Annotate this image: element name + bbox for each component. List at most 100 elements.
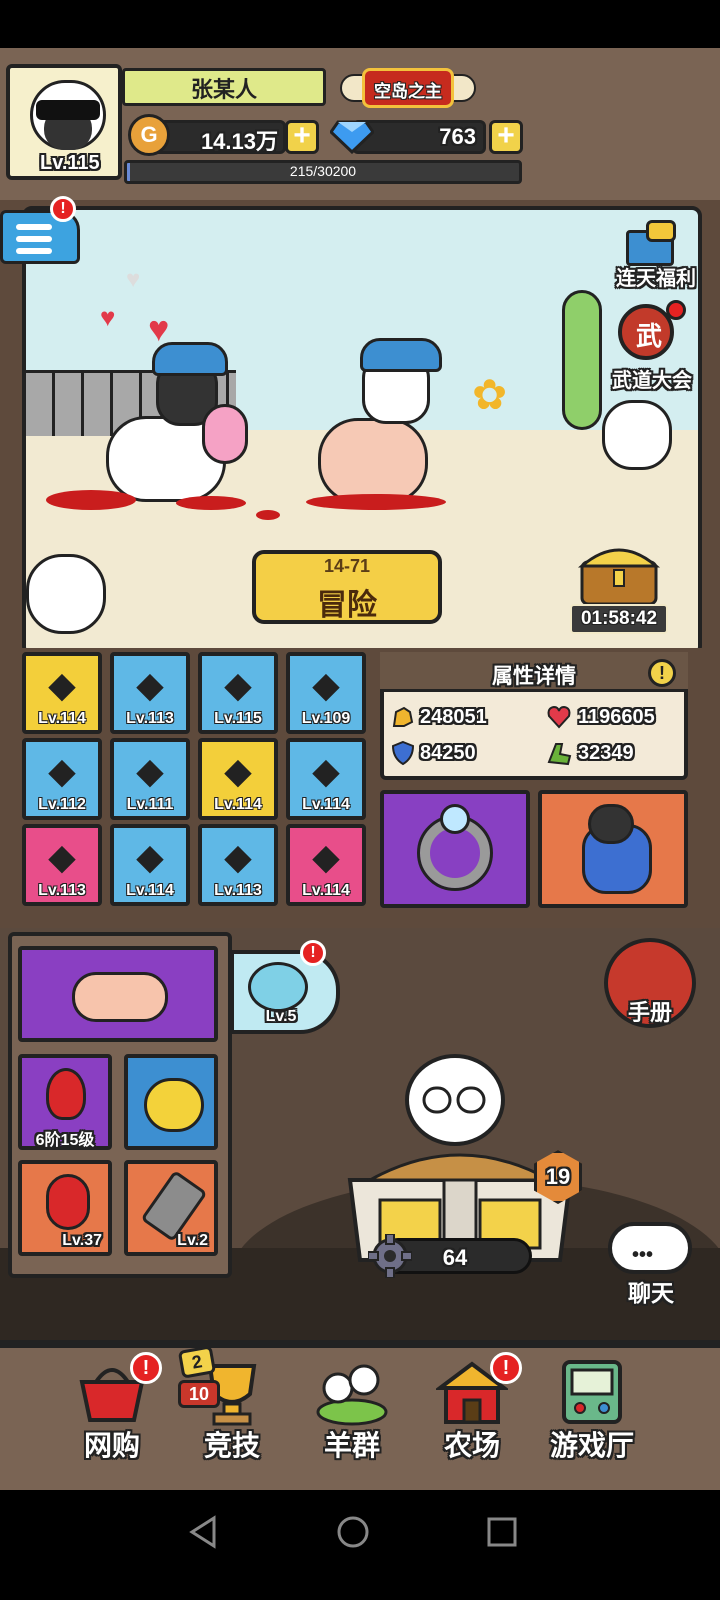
equipment-slot[interactable]: ◆ Lv.112 bbox=[22, 738, 102, 820]
item-duck[interactable] bbox=[124, 1054, 218, 1150]
nav-label: 羊群 bbox=[323, 1430, 380, 1461]
equipment-level: Lv.113 bbox=[214, 882, 262, 899]
peeking-sheep[interactable] bbox=[26, 554, 106, 634]
equipment-level: Lv.113 bbox=[126, 710, 174, 727]
chat-icon[interactable]: ••• bbox=[608, 1222, 692, 1274]
razor-icon: ◆ bbox=[136, 664, 164, 705]
nav-label: 农场 bbox=[443, 1430, 500, 1461]
hay-cart-icon: ◆ bbox=[312, 664, 340, 705]
equipment-level: Lv.112 bbox=[38, 796, 86, 813]
home-icon[interactable] bbox=[333, 1512, 373, 1552]
cat-statue bbox=[602, 400, 672, 470]
equipment-slot[interactable]: ◆ Lv.114 bbox=[286, 738, 366, 820]
nav-flock[interactable]: 羊群 bbox=[292, 1350, 412, 1480]
plant-pot-icon: ◆ bbox=[224, 750, 252, 791]
adventure-label: 冒险 bbox=[317, 589, 377, 622]
arcade-icon bbox=[562, 1360, 622, 1424]
cake-icon bbox=[72, 972, 168, 1022]
equipment-level: Lv.114 bbox=[38, 710, 86, 727]
parrot-icon bbox=[46, 1174, 90, 1230]
player-name: 张某人 bbox=[190, 77, 257, 102]
farm-alert-badge: ! bbox=[490, 1352, 522, 1384]
bonsai-tree-icon: ◆ bbox=[312, 750, 340, 791]
menu-alert-badge: ! bbox=[50, 196, 76, 222]
rubber-duck-icon bbox=[144, 1078, 204, 1132]
equipment-level: Lv.115 bbox=[214, 710, 262, 727]
flock-icon bbox=[316, 1364, 388, 1426]
attack-value: 248051 bbox=[420, 706, 487, 728]
nav-label: 竞技 bbox=[203, 1430, 260, 1461]
vine-plant bbox=[562, 290, 602, 430]
equipment-level: Lv.113 bbox=[38, 882, 86, 899]
menu-icon bbox=[16, 224, 52, 230]
back-icon[interactable] bbox=[184, 1512, 224, 1552]
player-title: 空岛之主 bbox=[374, 82, 442, 101]
heart-icon: ♥ bbox=[126, 266, 141, 293]
fishbowl-icon bbox=[248, 962, 308, 1012]
golden-wheat-icon: ◆ bbox=[48, 664, 76, 705]
stone-grade: 6阶15级 bbox=[35, 1132, 95, 1149]
adventure-stage: 14-71 bbox=[323, 556, 371, 576]
treasure-chest-icon[interactable] bbox=[574, 540, 664, 606]
player-level: Lv.115 bbox=[40, 152, 100, 174]
equipment-slot[interactable]: ◆ Lv.113 bbox=[198, 824, 278, 906]
arena-badge-bottom: 10 bbox=[178, 1380, 220, 1408]
attribute-title: 属性详情 bbox=[492, 665, 576, 688]
equipment-slot[interactable]: ◆ Lv.114 bbox=[110, 824, 190, 906]
gazebo-icon: ◆ bbox=[136, 750, 164, 791]
gem-value: 763 bbox=[439, 124, 476, 149]
status-bar bbox=[0, 0, 720, 48]
gift-box-icon[interactable] bbox=[616, 218, 682, 268]
martial-event-label[interactable]: 武道大会 bbox=[600, 364, 704, 393]
equipment-slot[interactable]: ◆ Lv.109 bbox=[286, 652, 366, 734]
signboard-icon: ◆ bbox=[136, 836, 164, 877]
item-cake[interactable] bbox=[18, 946, 218, 1042]
diamond-icon bbox=[330, 120, 374, 154]
arena-badge-top: 2 bbox=[177, 1345, 217, 1379]
add-coins-button[interactable]: + bbox=[285, 120, 319, 154]
pet-slot[interactable] bbox=[538, 790, 688, 908]
nav-label: 网购 bbox=[83, 1430, 140, 1461]
chest-timer: 01:58:42 bbox=[580, 608, 658, 629]
equipment-level: Lv.114 bbox=[302, 796, 350, 813]
equipment-slot[interactable]: ◆ Lv.114 bbox=[22, 652, 102, 734]
equipment-slot[interactable]: ◆ Lv.115 bbox=[198, 652, 278, 734]
equipment-grid: ◆ Lv.114 ◆ Lv.113 ◆ Lv.115 ◆ Lv.109 ◆ Lv.112 ◆ Lv.1… bbox=[22, 652, 372, 910]
equipment-slot[interactable]: ◆ Lv.113 bbox=[110, 652, 190, 734]
shield-icon bbox=[391, 740, 415, 766]
equipment-level: Lv.109 bbox=[301, 710, 351, 727]
speed-value: 32349 bbox=[578, 742, 634, 764]
fishbowl-level: Lv.5 bbox=[265, 1008, 297, 1025]
flower-pot: ✿ bbox=[472, 371, 508, 418]
heart-icon bbox=[547, 705, 571, 729]
fishbowl-alert-badge: ! bbox=[300, 940, 326, 966]
chat-label[interactable]: 聊天 bbox=[604, 1274, 698, 1308]
equipment-slot[interactable]: ◆ Lv.114 bbox=[286, 824, 366, 906]
info-icon[interactable]: ! bbox=[648, 659, 676, 687]
gear-icon[interactable] bbox=[368, 1234, 412, 1278]
menu-button[interactable] bbox=[0, 206, 88, 264]
handbook-label[interactable]: 手册 bbox=[604, 995, 696, 1027]
feeding-trough-icon: ◆ bbox=[224, 664, 252, 705]
equipment-slot[interactable]: ◆ Lv.114 bbox=[198, 738, 278, 820]
recent-apps-icon[interactable] bbox=[482, 1512, 522, 1552]
equipment-level: Lv.114 bbox=[126, 882, 174, 899]
clipper-level: Lv.2 bbox=[177, 1232, 208, 1249]
lasso-icon: ◆ bbox=[48, 836, 76, 877]
equipment-level: Lv.114 bbox=[302, 882, 350, 899]
gear-count: 64 bbox=[442, 1245, 468, 1270]
daily-bonus-label[interactable]: 连天福利 bbox=[606, 262, 706, 291]
ring-slot[interactable] bbox=[380, 790, 530, 908]
blood-stone-icon bbox=[46, 1068, 86, 1120]
health-value: 1196605 bbox=[578, 706, 655, 728]
equipment-level: Lv.111 bbox=[126, 796, 174, 813]
speed-boot-icon bbox=[547, 743, 572, 766]
martial-event-icon[interactable]: 武 bbox=[610, 300, 686, 362]
equipment-slot[interactable]: ◆ Lv.113 bbox=[22, 824, 102, 906]
parrot-level: Lv.37 bbox=[62, 1232, 102, 1249]
chest-level: 19 bbox=[545, 1164, 571, 1189]
equipment-slot[interactable]: ◆ Lv.111 bbox=[110, 738, 190, 820]
xp-text: 215/30200 bbox=[289, 163, 357, 179]
add-gems-button[interactable]: + bbox=[489, 120, 523, 154]
nav-arcade[interactable]: 游戏厅 bbox=[532, 1350, 652, 1480]
